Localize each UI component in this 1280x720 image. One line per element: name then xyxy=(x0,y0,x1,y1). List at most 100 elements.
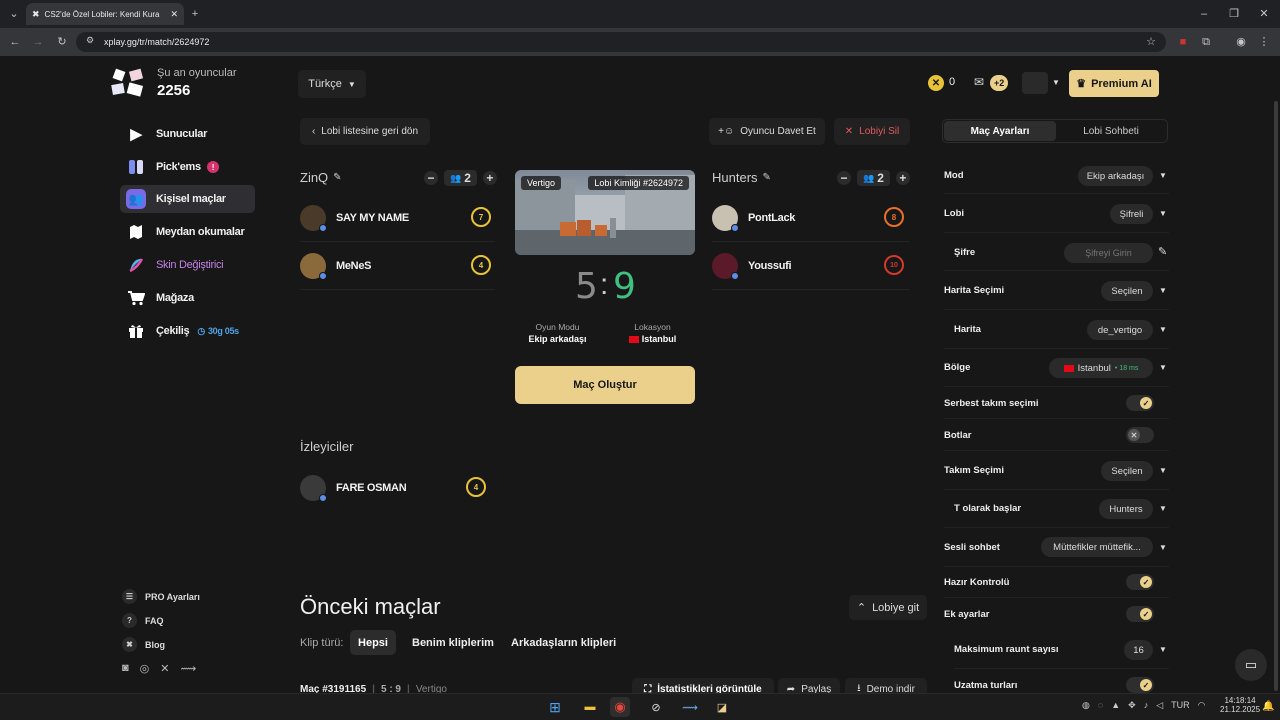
chevron-down-icon[interactable]: ▼ xyxy=(1159,325,1167,334)
chevron-down-icon[interactable]: ▼ xyxy=(1159,504,1167,513)
app-icon[interactable]: ⊘ xyxy=(646,697,666,717)
wifi-icon[interactable]: ◠ xyxy=(1198,700,1206,711)
tray-icon[interactable]: ◍ xyxy=(1082,700,1090,711)
steam-icon[interactable]: ⟿ xyxy=(180,662,196,675)
team-selection-select[interactable]: Seçilen xyxy=(1101,461,1153,481)
team2-name[interactable]: Hunters ✎ xyxy=(712,170,771,185)
chat-support-icon[interactable]: ▭ xyxy=(1235,649,1267,681)
sidebar-item-store[interactable]: Mağaza xyxy=(120,284,255,312)
plus-button[interactable]: + xyxy=(482,171,497,185)
tab-match-settings[interactable]: Maç Ayarları xyxy=(944,121,1056,141)
extra-settings-toggle[interactable]: ✓ xyxy=(1126,606,1154,622)
tab-close-icon[interactable]: ✕ xyxy=(170,9,178,20)
minus-button[interactable]: − xyxy=(424,171,438,185)
extension-icon[interactable]: ■ xyxy=(1175,35,1191,49)
maximize-icon[interactable]: ❐ xyxy=(1226,7,1242,21)
sidebar-item-giveaway[interactable]: Çekiliş ◷ 30g 05s xyxy=(120,317,270,345)
site-info-icon[interactable]: ⚙ xyxy=(86,35,94,46)
sidebar-item-pickems[interactable]: Pick'ems ! xyxy=(120,153,255,181)
language-select[interactable]: Türkçe ▼ xyxy=(298,70,366,98)
x-icon[interactable]: ✕ xyxy=(160,662,169,675)
browser-tab[interactable]: ✖ CS2'de Özel Lobiler: Kendi Kura ✕ xyxy=(26,3,184,25)
create-match-button[interactable]: Maç Oluştur xyxy=(515,366,695,404)
chrome-icon[interactable]: ◉ xyxy=(610,697,630,717)
reload-icon[interactable]: ↻ xyxy=(54,35,70,49)
bots-toggle[interactable]: ✕ xyxy=(1126,427,1154,443)
match-row[interactable]: Maç #3191165 | 5 : 9 | Vertigo xyxy=(300,684,447,693)
sidebar-item-servers[interactable]: ▶ Sunucular xyxy=(120,120,255,148)
xplay-logo[interactable] xyxy=(110,68,148,98)
chevron-down-icon[interactable]: ▼ xyxy=(1159,466,1167,475)
delete-lobby-button[interactable]: ✕ Lobiyi Sil xyxy=(834,118,910,145)
download-demo-button[interactable]: ⭳ Demo indir xyxy=(845,678,927,693)
password-input[interactable] xyxy=(1064,243,1153,263)
windows-start-icon[interactable]: ⊞ xyxy=(545,697,565,717)
user-menu-chevron-icon[interactable]: ▼ xyxy=(1052,78,1060,87)
filter-all-button[interactable]: Hepsi xyxy=(350,630,396,655)
steam-icon[interactable]: ⟿ xyxy=(680,697,700,717)
file-explorer-icon[interactable]: ▬ xyxy=(580,697,600,717)
map-select[interactable]: de_vertigo xyxy=(1087,320,1153,340)
voice-chat-select[interactable]: Müttefikler müttefik... xyxy=(1041,537,1153,557)
player-row[interactable]: MeNeS xyxy=(300,253,371,280)
player-row[interactable]: Youssufi xyxy=(712,253,792,280)
player-row[interactable]: SAY MY NAME xyxy=(300,205,409,232)
coin-icon[interactable]: ✕ xyxy=(928,75,944,91)
tray-icon[interactable]: ◌ xyxy=(1098,700,1103,711)
ready-check-toggle[interactable]: ✓ xyxy=(1126,574,1154,590)
chevron-down-icon[interactable]: ▼ xyxy=(1159,286,1167,295)
invite-player-button[interactable]: +☺ Oyuncu Davet Et xyxy=(709,118,825,145)
chevron-down-icon[interactable]: ▼ xyxy=(1159,171,1167,180)
mode-select[interactable]: Ekip arkadaşı xyxy=(1078,166,1153,186)
tray-icon[interactable]: ▲ xyxy=(1111,700,1120,711)
clock[interactable]: 14:18:14 21.12.2025 xyxy=(1220,696,1260,714)
free-team-selection-toggle[interactable]: ✓ xyxy=(1126,395,1154,411)
sidebar-item-personal-matches[interactable]: 👥 Kişisel maçlar xyxy=(120,185,255,213)
tray-icon[interactable]: ✥ xyxy=(1128,700,1136,711)
region-select[interactable]: Istanbul • 18 ms xyxy=(1049,358,1153,378)
team1-name[interactable]: ZinQ ✎ xyxy=(300,170,342,185)
sidebar-item-challenges[interactable]: Meydan okumalar xyxy=(120,218,255,246)
chevron-down-icon[interactable]: ▼ xyxy=(1159,645,1167,654)
back-icon[interactable]: ← xyxy=(7,35,23,49)
microphone-icon[interactable]: ♪ xyxy=(1144,700,1149,711)
tab-lobby-chat[interactable]: Lobi Sohbeti xyxy=(1056,121,1166,141)
faq-link[interactable]: ? FAQ xyxy=(122,613,164,628)
minimize-icon[interactable]: – xyxy=(1196,7,1212,21)
plus-button[interactable]: + xyxy=(895,171,910,185)
map-selection-select[interactable]: Seçilen xyxy=(1101,281,1153,301)
chevron-down-icon[interactable]: ▼ xyxy=(1159,543,1167,552)
max-rounds-select[interactable]: 16 xyxy=(1124,640,1153,660)
pencil-icon[interactable]: ✎ xyxy=(333,172,341,183)
bookmark-star-icon[interactable]: ☆ xyxy=(1146,35,1156,48)
browser-menu-icon[interactable]: ⋮ xyxy=(1256,35,1272,49)
language-indicator[interactable]: TUR xyxy=(1171,700,1190,711)
forward-icon[interactable]: → xyxy=(30,35,46,49)
lobby-select[interactable]: Şifreli xyxy=(1110,204,1153,224)
blog-link[interactable]: ✖ Blog xyxy=(122,637,165,652)
overtime-toggle[interactable]: ✓ xyxy=(1126,677,1154,693)
notification-bell-icon[interactable]: 🔔 xyxy=(1262,701,1274,712)
discord-icon[interactable]: ◙ xyxy=(122,662,129,675)
spectator-row[interactable]: FARE OSMAN xyxy=(300,475,407,502)
pro-settings-link[interactable]: ☰ PRO Ayarları xyxy=(122,589,200,604)
premium-button[interactable]: ♛ Premium AI xyxy=(1069,70,1159,97)
sidebar-item-skin-changer[interactable]: Skin Değiştirici xyxy=(120,251,255,279)
page-scrollbar[interactable] xyxy=(1274,101,1278,691)
tab-list-icon[interactable]: ⌄ xyxy=(6,7,22,21)
pencil-icon[interactable]: ✎ xyxy=(763,172,771,183)
minus-button[interactable]: − xyxy=(837,171,851,185)
back-to-lobby-list-button[interactable]: ‹ Lobi listesine geri dön xyxy=(300,118,430,145)
volume-icon[interactable]: ◁ xyxy=(1156,700,1163,711)
mail-icon[interactable]: ✉ xyxy=(974,75,984,89)
window-close-icon[interactable]: ✕ xyxy=(1256,7,1272,21)
pencil-icon[interactable]: ✎ xyxy=(1158,245,1167,258)
view-stats-button[interactable]: ⛶ İstatistikleri görüntüle xyxy=(632,678,774,693)
user-avatar[interactable] xyxy=(1022,72,1048,94)
player-row[interactable]: PontLack xyxy=(712,205,795,232)
extensions-puzzle-icon[interactable]: ⧉ xyxy=(1198,35,1214,49)
instagram-icon[interactable]: ◎ xyxy=(140,662,150,675)
app-icon[interactable]: ◪ xyxy=(712,697,732,717)
filter-friends-clips-button[interactable]: Arkadaşların klipleri xyxy=(511,637,616,649)
address-bar[interactable]: ⚙ xplay.gg/tr/match/2624972 ☆ xyxy=(76,32,1166,52)
